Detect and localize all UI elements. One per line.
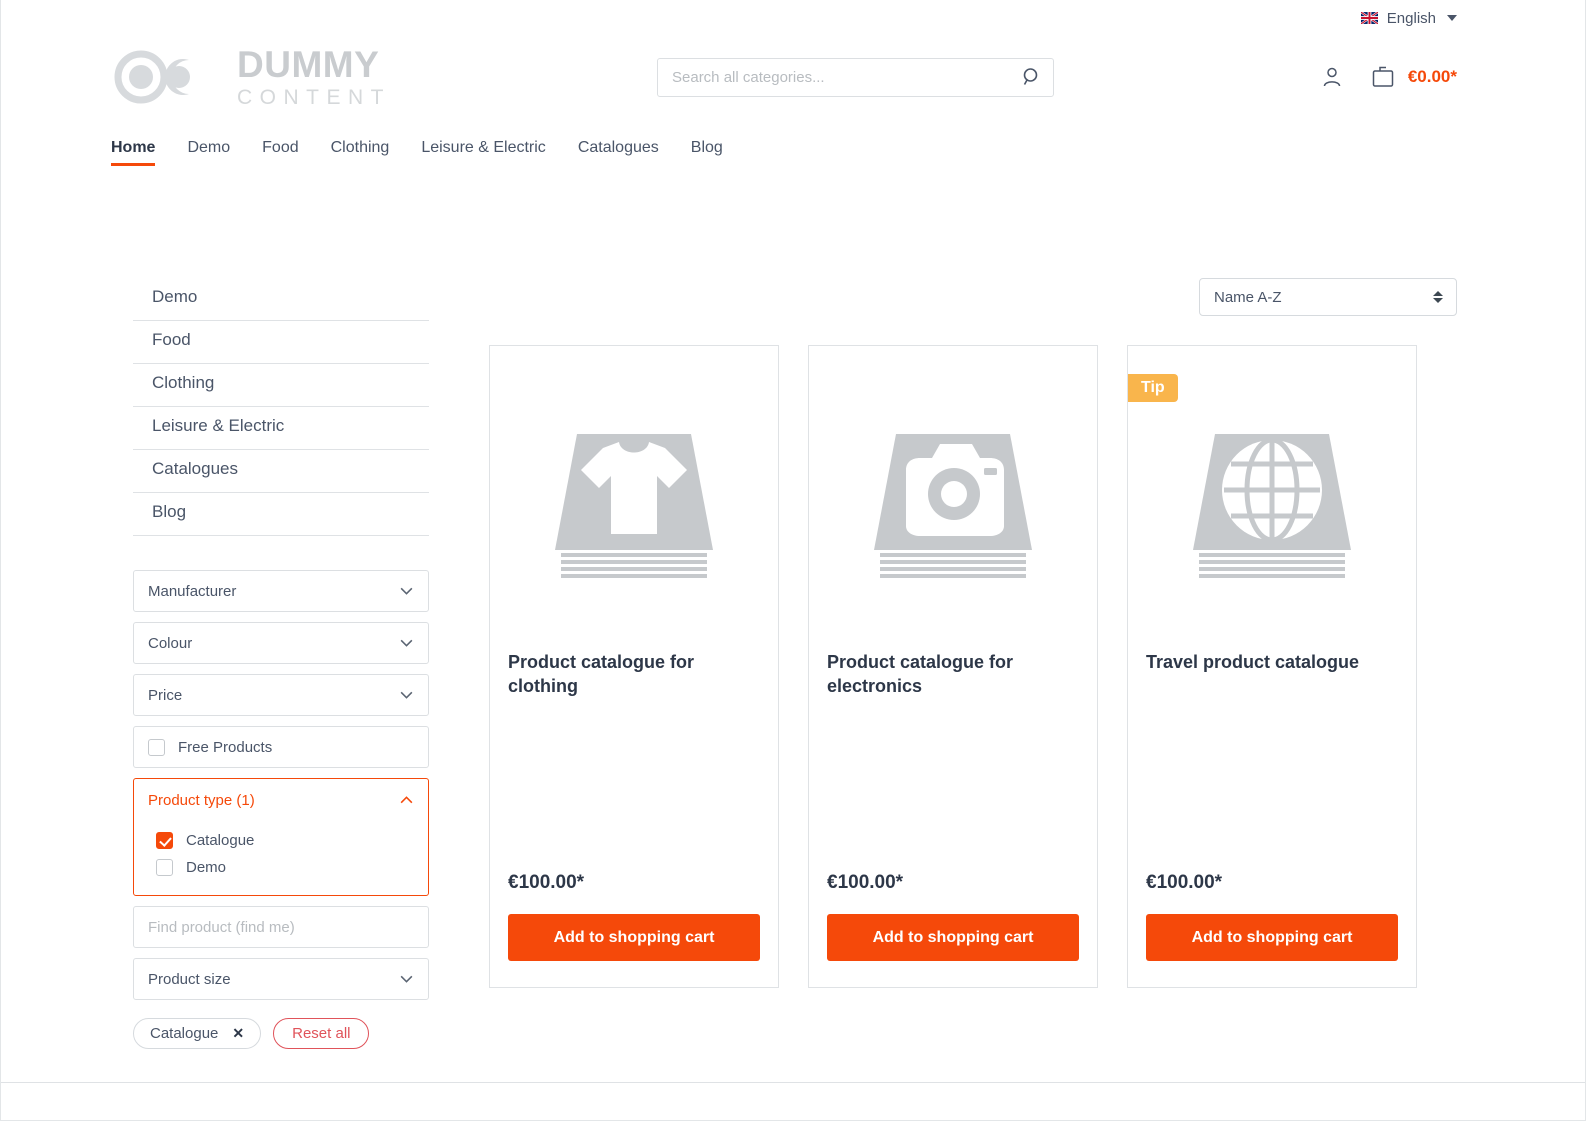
active-filter-catalogue[interactable]: Catalogue ✕ [133, 1018, 262, 1049]
logo-subtitle: CONTENT [237, 86, 391, 109]
active-filters: Catalogue ✕ Reset all [133, 1018, 429, 1049]
product-image [1146, 346, 1398, 646]
logo[interactable]: DUMMY CONTENT [111, 46, 391, 108]
sidebar-item-demo[interactable]: Demo [133, 278, 429, 321]
filter-product-size-label: Product size [148, 970, 231, 988]
dc-monogram-icon [111, 50, 190, 104]
language-label: English [1386, 9, 1436, 27]
account-button[interactable] [1320, 65, 1344, 89]
chevron-down-icon [400, 975, 413, 983]
filter-product-type-label: Product type (1) [148, 791, 255, 809]
filter-product-type-header[interactable]: Product type (1) [134, 779, 428, 821]
camera-catalogue-icon [874, 434, 1032, 578]
product-image [508, 346, 760, 646]
find-product-input[interactable] [133, 906, 429, 948]
filter-free-products-label: Free Products [178, 738, 273, 756]
product-card[interactable]: Product catalogue for clothing €100.00* … [489, 345, 779, 988]
filter-product-size[interactable]: Product size [133, 958, 429, 1000]
remove-filter-icon[interactable]: ✕ [232, 1025, 244, 1042]
sidebar-item-catalogues[interactable]: Catalogues [133, 450, 429, 493]
cart-total: €0.00* [1407, 67, 1457, 86]
topbar: English [1, 0, 1585, 36]
sidebar: Demo Food Clothing Leisure & Electric Ca… [133, 278, 429, 1049]
filter-colour-label: Colour [148, 634, 193, 652]
sort-select-value: Name A-Z [1214, 288, 1282, 306]
results-area: Name A-Z Product catalogue for clothing … [429, 278, 1457, 1049]
active-filter-label: Catalogue [150, 1025, 219, 1042]
header-actions: €0.00* [1320, 64, 1457, 90]
footer-divider [1, 1082, 1585, 1083]
nav-item-demo[interactable]: Demo [187, 139, 252, 166]
add-to-cart-button[interactable]: Add to shopping cart [1146, 914, 1398, 961]
shopping-bag-icon [1372, 66, 1394, 87]
search-button[interactable] [1021, 66, 1043, 88]
status-badge: Tip [1128, 374, 1178, 402]
filter-product-type: Product type (1) Catalogue Demo [133, 778, 429, 896]
chevron-up-icon [400, 796, 413, 804]
option-demo[interactable]: Demo [148, 854, 414, 881]
product-title: Travel product catalogue [1146, 652, 1360, 672]
product-price: €100.00* [827, 872, 904, 893]
filter-price[interactable]: Price [133, 674, 429, 716]
content-area: Demo Food Clothing Leisure & Electric Ca… [1, 166, 1585, 1049]
nav-item-leisure-electric[interactable]: Leisure & Electric [421, 139, 568, 166]
product-card[interactable]: Tip Travel product catalogue €100.00* Ad… [1127, 345, 1417, 988]
sidebar-item-food[interactable]: Food [133, 321, 429, 364]
reset-all-button[interactable]: Reset all [273, 1018, 370, 1049]
filter-colour[interactable]: Colour [133, 622, 429, 664]
option-catalogue-label: Catalogue [186, 832, 255, 849]
product-card[interactable]: Product catalogue for electronics €100.0… [808, 345, 1098, 988]
language-switcher[interactable]: English [1360, 9, 1457, 27]
nav-item-home[interactable]: Home [111, 139, 177, 166]
free-products-checkbox[interactable] [148, 738, 165, 756]
sort-select[interactable]: Name A-Z [1199, 278, 1457, 316]
product-grid: Product catalogue for clothing €100.00* … [489, 345, 1457, 988]
chevron-down-icon [400, 639, 413, 647]
product-price: €100.00* [1146, 872, 1223, 893]
nav-item-food[interactable]: Food [262, 139, 320, 166]
nav-item-catalogues[interactable]: Catalogues [578, 139, 681, 166]
nav-item-clothing[interactable]: Clothing [331, 139, 412, 166]
add-to-cart-button[interactable]: Add to shopping cart [827, 914, 1079, 961]
sidebar-item-leisure-electric[interactable]: Leisure & Electric [133, 407, 429, 450]
search-area [657, 57, 1054, 97]
filter-manufacturer-label: Manufacturer [148, 582, 237, 600]
sidebar-item-blog[interactable]: Blog [133, 493, 429, 536]
chevron-down-icon [400, 691, 413, 699]
demo-checkbox[interactable] [156, 859, 173, 876]
product-price: €100.00* [508, 872, 585, 893]
nav-item-blog[interactable]: Blog [691, 139, 745, 166]
tshirt-catalogue-icon [555, 434, 713, 578]
logo-title: DUMMY [237, 44, 380, 85]
product-title: Product catalogue for electronics [827, 652, 1014, 696]
filter-free-products[interactable]: Free Products [133, 726, 429, 768]
filter-price-label: Price [148, 686, 183, 704]
chevron-down-icon [400, 587, 413, 595]
add-to-cart-button[interactable]: Add to shopping cart [508, 914, 760, 961]
uk-flag-icon [1360, 12, 1378, 24]
search-icon [1023, 68, 1038, 85]
product-title: Product catalogue for clothing [508, 652, 695, 696]
filter-manufacturer[interactable]: Manufacturer [133, 570, 429, 612]
person-icon [1323, 67, 1341, 87]
cart-widget[interactable]: €0.00* [1370, 64, 1457, 90]
product-image [827, 346, 1079, 646]
option-demo-label: Demo [186, 859, 227, 876]
catalogue-checkbox[interactable] [156, 832, 173, 849]
sidebar-item-clothing[interactable]: Clothing [133, 364, 429, 407]
filter-product-type-options: Catalogue Demo [134, 821, 428, 881]
category-list: Demo Food Clothing Leisure & Electric Ca… [133, 278, 429, 536]
chevron-down-icon [1447, 15, 1457, 21]
page-root: English DUMMY CONTENT Search all categor… [0, 0, 1586, 1121]
search-input[interactable] [658, 68, 1053, 86]
option-catalogue[interactable]: Catalogue [148, 827, 414, 854]
site-header: DUMMY CONTENT Search all categories... €… [1, 36, 1585, 118]
search-box [657, 57, 1054, 97]
main-navigation: Home Demo Food Clothing Leisure & Electr… [1, 118, 1585, 166]
globe-catalogue-icon [1193, 434, 1351, 578]
sort-row: Name A-Z [489, 278, 1457, 316]
select-arrows-icon [1433, 291, 1443, 303]
